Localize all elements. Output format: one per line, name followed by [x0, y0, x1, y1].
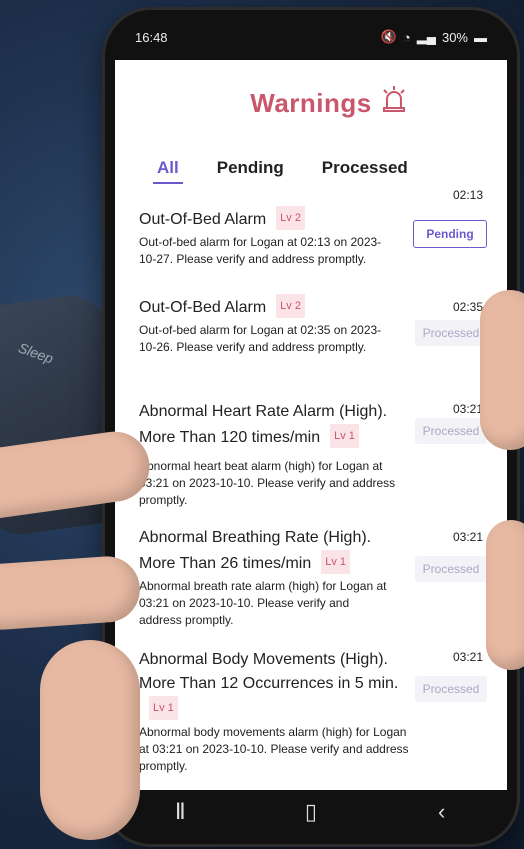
hand-finger [486, 520, 524, 670]
alarm-siren-icon[interactable] [381, 84, 407, 119]
status-button-processed[interactable]: Processed [415, 556, 487, 582]
filter-tabs: All Pending Processed [153, 158, 408, 184]
wifi-icon: ◔ [402, 29, 411, 45]
warning-item[interactable]: Abnormal Body Movements (High). More Tha… [139, 648, 409, 775]
level-badge: Lv 1 [149, 696, 178, 720]
warning-title: Out-Of-Bed Alarm [139, 299, 267, 316]
warning-title: Out-Of-Bed Alarm [139, 211, 267, 228]
warning-item[interactable]: Out-Of-Bed Alarm Lv 2 Out-of-bed alarm fo… [139, 294, 389, 356]
battery-level: 30% [441, 29, 468, 45]
navigation-bar: Ⅱ︎ ▯ ‹ [115, 790, 507, 834]
warning-description: Abnormal body movements alarm (high) for… [139, 725, 409, 773]
status-button-processed[interactable]: Processed [415, 418, 487, 444]
warning-time: 03:21 [452, 530, 483, 544]
status-bar: 16:48 🔇 ◔ ▂▄ 30% ▬ [135, 24, 487, 50]
status-time: 16:48 [135, 29, 168, 45]
status-button-processed[interactable]: Processed [415, 676, 487, 702]
warning-description: Out-of-bed alarm for Logan at 02:35 on 2… [139, 323, 382, 354]
page-title: Warnings [250, 88, 372, 118]
warning-description: Abnormal heart beat alarm (high) for Log… [139, 459, 396, 507]
mute-icon: 🔇 [380, 29, 397, 44]
page-header: Warnings [115, 86, 507, 119]
hand-finger [480, 290, 524, 450]
warning-title: Abnormal Body Movements (High). More Tha… [139, 651, 399, 692]
back-icon[interactable]: ‹ [422, 799, 462, 825]
warning-description: Out-of-bed alarm for Logan at 02:13 on 2… [139, 235, 382, 266]
warning-item[interactable]: Abnormal Breathing Rate (High). More Tha… [139, 526, 389, 629]
tab-processed[interactable]: Processed [322, 158, 408, 184]
warning-time: 02:35 [452, 300, 483, 314]
tab-pending[interactable]: Pending [217, 158, 284, 184]
warning-time: 02:13 [452, 188, 483, 202]
recents-icon[interactable]: Ⅱ︎ [160, 799, 200, 825]
status-button-pending[interactable]: Pending [413, 220, 487, 248]
signal-icon: ▂▄ [416, 29, 436, 44]
status-button-processed[interactable]: Processed [415, 320, 487, 346]
level-badge: Lv 2 [276, 206, 305, 230]
warning-item[interactable]: Out-Of-Bed Alarm Lv 2 Out-of-bed alarm fo… [139, 206, 389, 268]
warning-time: 03:21 [452, 650, 483, 664]
level-badge: Lv 1 [321, 550, 351, 574]
battery-icon: ▬ [474, 29, 487, 45]
level-badge: Lv 2 [276, 294, 305, 318]
tab-all[interactable]: All [153, 158, 183, 184]
hand-thumb [40, 640, 140, 840]
level-badge: Lv 1 [330, 424, 359, 448]
warning-time: 03:21 [452, 402, 483, 416]
phone-frame: 16:48 🔇 ◔ ▂▄ 30% ▬ Warnings All Pending … [105, 10, 517, 844]
home-icon[interactable]: ▯ [291, 799, 331, 825]
warning-item[interactable]: Abnormal Heart Rate Alarm (High). More T… [139, 400, 399, 509]
warnings-screen: Warnings All Pending Processed Out-Of-Be… [115, 60, 507, 790]
warning-description: Abnormal breath rate alarm (high) for Lo… [139, 579, 387, 627]
